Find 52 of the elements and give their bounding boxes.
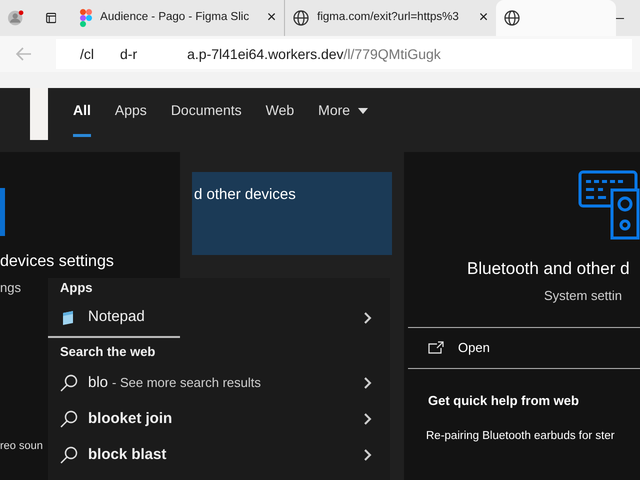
close-button[interactable]: ×: [478, 6, 488, 30]
result-label: Notepad: [88, 307, 145, 328]
section-heading: Search the web: [59, 342, 156, 360]
search-icon: [60, 446, 80, 464]
chevron-icon: [364, 312, 372, 324]
browser-tab[interactable]: [496, 0, 616, 36]
tab-title: Audience - Pago - Figma Slic: [100, 10, 250, 26]
tab-actions-icon[interactable]: [46, 10, 56, 26]
url-host: a.p-7l41ei64.workers.dev: [187, 44, 344, 64]
result-row[interactable]: Notepad: [48, 300, 390, 336]
window-strip: [30, 88, 48, 140]
address-field[interactable]: /cl d-r a.p-7l41ei64.workers.dev/l/779QMtiGugk: [56, 39, 632, 69]
chevron-icon: [364, 377, 372, 389]
panel-title: devices settings: [0, 252, 114, 272]
external-link-icon: [428, 341, 444, 354]
chevron-icon: [364, 413, 372, 425]
globe-icon: [293, 10, 310, 26]
close-button[interactable]: ×: [266, 6, 276, 30]
result-label: blooket join: [88, 408, 172, 429]
help-link[interactable]: Re-pairing Bluetooth earbuds for ster: [426, 428, 615, 446]
search-icon: [60, 374, 80, 392]
globe-icon: [504, 10, 520, 26]
figma-logo-icon: [80, 9, 92, 27]
detail-title: Bluetooth and other d: [467, 258, 631, 280]
panel-subtitle: ngs: [0, 279, 21, 297]
detail-subtitle: System settin: [544, 286, 622, 305]
filter-tab[interactable]: Apps: [114, 88, 147, 137]
result-label: block blast: [88, 444, 166, 465]
result-hint: - See more search results: [112, 374, 261, 392]
accent-bar: [0, 188, 5, 236]
browser-tab[interactable]: Audience - Pago - Figma Slic ×: [72, 0, 284, 36]
help-heading: Get quick help from web: [428, 392, 580, 410]
card-title: d other devices: [193, 185, 297, 205]
url-fragment: /cl: [80, 44, 94, 64]
filter-tab[interactable]: Web: [266, 88, 294, 137]
highlight-card[interactable]: d other devices: [192, 172, 392, 255]
more-menu[interactable]: More: [318, 88, 368, 137]
result-row[interactable]: blo - See more search results: [48, 365, 390, 401]
section-heading: Apps: [59, 279, 94, 297]
result-row[interactable]: block blast: [48, 437, 390, 473]
panel-item: reo soun: [0, 438, 43, 454]
chevron-icon: [364, 449, 372, 461]
filter-tab[interactable]: Documents: [170, 88, 242, 137]
filter-tab[interactable]: All: [73, 88, 91, 137]
open-action[interactable]: Open: [404, 328, 640, 368]
result-row[interactable]: blooket join: [48, 401, 390, 437]
url-fragment: d-r: [120, 44, 138, 64]
url-path: /l/779QMtiGugk: [344, 44, 441, 64]
search-icon: [60, 410, 80, 428]
tab-title: figma.com/exit?url=https%3: [317, 10, 460, 26]
result-label: blo: [88, 372, 108, 393]
caret-icon: [358, 108, 368, 114]
